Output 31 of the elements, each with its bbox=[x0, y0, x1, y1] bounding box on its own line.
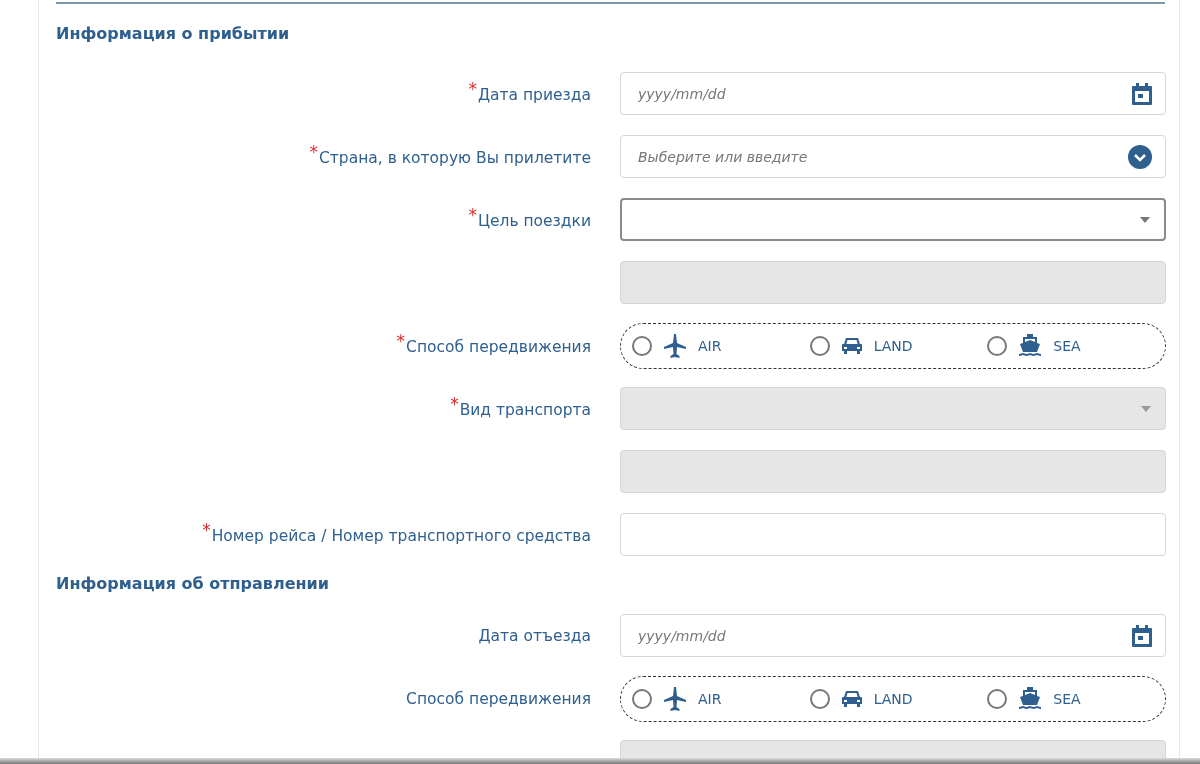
calendar-icon[interactable] bbox=[1132, 82, 1152, 105]
chevron-down-icon[interactable] bbox=[1128, 144, 1152, 169]
ship-icon bbox=[1019, 686, 1042, 711]
radio-button[interactable] bbox=[987, 688, 1008, 709]
radio-label[interactable]: LAND bbox=[873, 337, 913, 354]
radio-label[interactable]: AIR bbox=[698, 690, 722, 707]
radio-label[interactable]: SEA bbox=[1053, 690, 1081, 707]
dropdown-select[interactable] bbox=[620, 198, 1166, 241]
date-field[interactable]: yyyy/mm/dd bbox=[620, 72, 1166, 115]
radio-button[interactable] bbox=[987, 335, 1008, 356]
field-label: Способ передвижения bbox=[406, 690, 591, 708]
airplane-icon bbox=[664, 333, 686, 358]
date-field[interactable]: yyyy/mm/dd bbox=[620, 614, 1166, 657]
section-heading: Информация об отправлении bbox=[56, 573, 331, 595]
car-icon bbox=[841, 336, 862, 355]
airplane-icon bbox=[664, 686, 686, 711]
field-label: Дата отъезда bbox=[478, 627, 591, 645]
radio-button[interactable] bbox=[632, 688, 652, 709]
radio-label[interactable]: LAND bbox=[873, 690, 913, 707]
radio-label[interactable]: SEA bbox=[1053, 337, 1081, 354]
car-icon bbox=[841, 689, 862, 708]
text-field[interactable] bbox=[620, 513, 1166, 556]
section-heading: Информация о прибытии bbox=[56, 23, 291, 45]
ship-icon bbox=[1019, 333, 1042, 358]
radio-button[interactable] bbox=[809, 688, 830, 709]
caret-icon[interactable] bbox=[1140, 216, 1150, 223]
radio-button[interactable] bbox=[632, 335, 652, 356]
country-combobox[interactable]: Выберите или введите bbox=[620, 135, 1166, 178]
radio-label[interactable]: AIR bbox=[698, 337, 722, 354]
radio-button[interactable] bbox=[809, 335, 830, 356]
calendar-icon[interactable] bbox=[1132, 624, 1152, 647]
